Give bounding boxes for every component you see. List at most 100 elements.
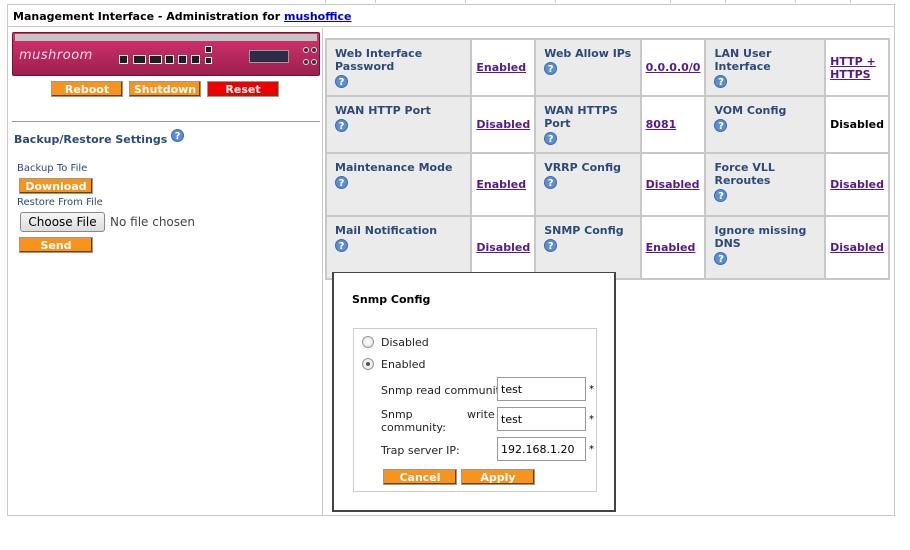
write-community-input[interactable] — [497, 407, 586, 431]
settings-row: WAN HTTP Port? Disabled WAN HTTPS Port? … — [327, 97, 888, 152]
tab-divider — [850, 0, 851, 3]
page-title: Management Interface - Administration fo… — [8, 5, 894, 27]
setting-name: Maintenance Mode — [335, 161, 453, 174]
setting-name: VRRP Config — [544, 161, 622, 174]
help-icon[interactable]: ? — [335, 119, 348, 132]
setting-value-link[interactable]: HTTP + HTTPS — [830, 55, 876, 81]
required-mark: * — [589, 444, 594, 455]
knob-icon — [311, 59, 317, 65]
write-community-label-c: community: — [381, 421, 446, 434]
setting-name: WAN HTTPS Port — [544, 104, 618, 130]
setting-name-cell: WAN HTTP Port? — [327, 97, 471, 152]
radio-disabled[interactable] — [362, 336, 374, 348]
host-link[interactable]: mushoffice — [284, 10, 351, 23]
setting-name: SNMP Config — [544, 224, 624, 237]
help-icon[interactable]: ? — [714, 119, 728, 132]
setting-value-link[interactable]: 8081 — [646, 118, 677, 131]
knob-icon — [303, 47, 309, 53]
settings-row: Web Interface Password? Enabled Web Allo… — [327, 40, 888, 95]
backup-section-title: Backup/Restore Settings ? — [14, 129, 185, 146]
title-prefix: Management Interface - Administration fo… — [13, 10, 281, 23]
send-button[interactable]: Send — [19, 237, 93, 253]
help-icon[interactable]: ? — [335, 176, 348, 189]
setting-value-link[interactable]: Disabled — [646, 178, 700, 191]
read-community-input[interactable] — [497, 377, 586, 401]
download-button[interactable]: Download — [19, 178, 93, 194]
setting-value-link[interactable]: 0.0.0.0/0 — [646, 61, 701, 74]
trap-server-label: Trap server IP: — [381, 444, 460, 457]
choose-file-button[interactable]: Choose File — [20, 212, 105, 232]
radio-enabled-label: Enabled — [381, 358, 426, 371]
shutdown-button[interactable]: Shutdown — [129, 81, 201, 97]
setting-name-cell: Mail Notification? — [327, 217, 471, 278]
reboot-button[interactable]: Reboot — [51, 81, 123, 97]
help-icon[interactable]: ? — [544, 132, 558, 145]
dialog-title: Snmp Config — [352, 293, 431, 306]
setting-name: VOM Config — [714, 104, 787, 117]
backup-title-text: Backup/Restore Settings — [14, 133, 168, 146]
setting-value-cell: Disabled — [826, 154, 888, 215]
settings-grid: Web Interface Password? Enabled Web Allo… — [325, 38, 890, 280]
setting-name-cell: Web Allow IPs? — [536, 40, 640, 95]
port-icon — [165, 55, 174, 64]
setting-value-link[interactable]: Enabled — [476, 61, 526, 74]
setting-value-cell: HTTP + HTTPS — [826, 40, 888, 95]
help-icon[interactable]: ? — [335, 239, 348, 252]
help-icon[interactable]: ? — [714, 189, 728, 202]
setting-value-cell: Disabled — [472, 97, 535, 152]
lcd-display — [249, 50, 289, 63]
help-icon[interactable]: ? — [714, 252, 728, 265]
help-icon[interactable]: ? — [335, 75, 348, 88]
file-chosen-label: No file chosen — [110, 215, 196, 229]
setting-name-cell: LAN User Interface? — [706, 40, 825, 95]
setting-value-cell: 8081 — [641, 97, 705, 152]
help-icon[interactable]: ? — [544, 62, 558, 75]
help-icon[interactable]: ? — [544, 239, 558, 252]
knob-icon — [311, 47, 317, 53]
setting-name: LAN User Interface — [714, 47, 772, 73]
setting-name-cell: VOM Config? — [706, 97, 825, 152]
divider — [12, 121, 320, 122]
device-top-plate — [15, 34, 317, 41]
port-icon — [133, 55, 146, 64]
knob-icon — [303, 59, 309, 65]
settings-row: Mail Notification? Disabled SNMP Config?… — [327, 217, 888, 278]
tab-divider — [725, 0, 726, 3]
snmp-fieldset: Disabled Enabled Snmp read community: * … — [353, 328, 597, 492]
tab-divider — [670, 0, 671, 3]
read-community-label: Snmp read community: — [381, 384, 510, 397]
cancel-button[interactable]: Cancel — [383, 469, 457, 485]
setting-value-link[interactable]: Disabled — [830, 178, 884, 191]
tab-divider — [795, 0, 796, 3]
left-panel: mushroom Reboot Shutdown Reset Backup/Re… — [8, 28, 323, 515]
setting-value-link[interactable]: Disabled — [830, 241, 884, 254]
setting-value-link[interactable]: Enabled — [476, 178, 526, 191]
setting-value-link[interactable]: Enabled — [646, 241, 696, 254]
write-community-label-a: Snmp — [381, 408, 413, 421]
help-icon[interactable]: ? — [544, 176, 558, 189]
setting-name-cell: Web Interface Password? — [327, 40, 471, 95]
write-community-label-b: write — [467, 408, 495, 421]
setting-value-cell: Enabled — [641, 217, 705, 278]
setting-name: Ignore missing DNS — [714, 224, 807, 250]
help-icon[interactable]: ? — [714, 75, 728, 88]
setting-name: Web Allow IPs — [544, 47, 632, 60]
radio-disabled-label: Disabled — [381, 336, 429, 349]
setting-value-cell: 0.0.0.0/0 — [641, 40, 705, 95]
setting-value-cell: Enabled — [472, 40, 535, 95]
tab-divider — [375, 0, 376, 3]
setting-name-cell: Maintenance Mode? — [327, 154, 471, 215]
setting-name: Mail Notification — [335, 224, 438, 237]
setting-value-link[interactable]: Disabled — [476, 118, 530, 131]
trap-server-input[interactable] — [497, 437, 586, 461]
help-icon[interactable]: ? — [171, 129, 185, 142]
device-image: mushroom — [12, 32, 320, 76]
backup-to-file-label: Backup To File — [17, 163, 88, 174]
setting-value-cell: Enabled — [472, 154, 535, 215]
apply-button[interactable]: Apply — [461, 469, 535, 485]
setting-name-cell: VRRP Config? — [536, 154, 640, 215]
radio-enabled[interactable] — [362, 358, 374, 370]
restore-from-file-label: Restore From File — [17, 197, 103, 208]
reset-button[interactable]: Reset — [207, 81, 279, 97]
setting-value-link[interactable]: Disabled — [476, 241, 530, 254]
